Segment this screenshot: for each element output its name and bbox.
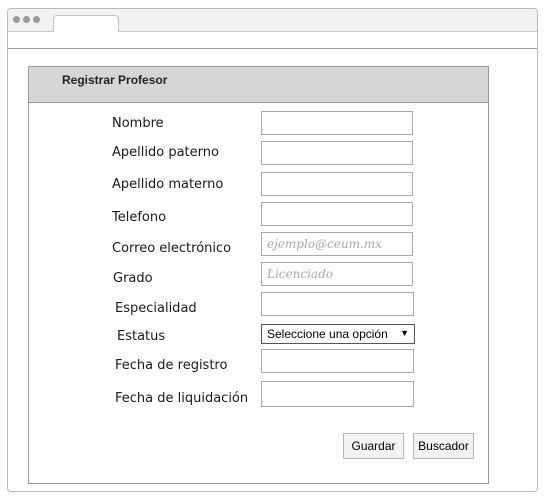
fecha-registro-label: Fecha de registro <box>115 358 228 373</box>
fecha-registro-input[interactable] <box>261 349 414 373</box>
apellido-materno-label: Apellido materno <box>112 177 224 192</box>
telefono-input[interactable] <box>261 202 413 226</box>
grado-label: Grado <box>113 271 153 286</box>
guardar-button[interactable]: Guardar <box>343 433 404 459</box>
fecha-liquidacion-label: Fecha de liquidación <box>115 391 249 406</box>
especialidad-input[interactable] <box>261 292 414 316</box>
correo-label: Correo electrónico <box>112 241 232 256</box>
nombre-label: Nombre <box>112 116 164 131</box>
telefono-label: Telefono <box>112 210 167 225</box>
triangle-down-icon: ▼ <box>400 328 409 338</box>
panel-title: Registrar Profesor <box>62 73 168 87</box>
nombre-input[interactable] <box>261 111 413 135</box>
window-dot-icon <box>23 16 30 23</box>
browser-tab[interactable] <box>53 15 119 32</box>
buscador-button[interactable]: Buscador <box>413 433 474 459</box>
grado-input[interactable] <box>261 262 413 286</box>
estatus-select[interactable]: Seleccione una opción ▼ <box>261 324 415 344</box>
fecha-liquidacion-input[interactable] <box>261 381 414 407</box>
title-bar <box>8 9 537 32</box>
window-dot-icon <box>33 16 40 23</box>
panel-header: Registrar Profesor <box>29 67 488 103</box>
apellido-paterno-label: Apellido paterno <box>112 145 219 160</box>
estatus-label: Estatus <box>117 329 166 344</box>
correo-input[interactable] <box>261 232 413 256</box>
estatus-selected-value: Seleccione una opción <box>267 327 388 341</box>
apellido-materno-input[interactable] <box>261 172 413 196</box>
especialidad-label: Especialidad <box>115 301 197 316</box>
address-bar[interactable] <box>8 32 537 49</box>
apellido-paterno-input[interactable] <box>261 141 413 165</box>
window-dot-icon <box>13 16 20 23</box>
registro-form-panel: Registrar Profesor <box>28 66 489 484</box>
